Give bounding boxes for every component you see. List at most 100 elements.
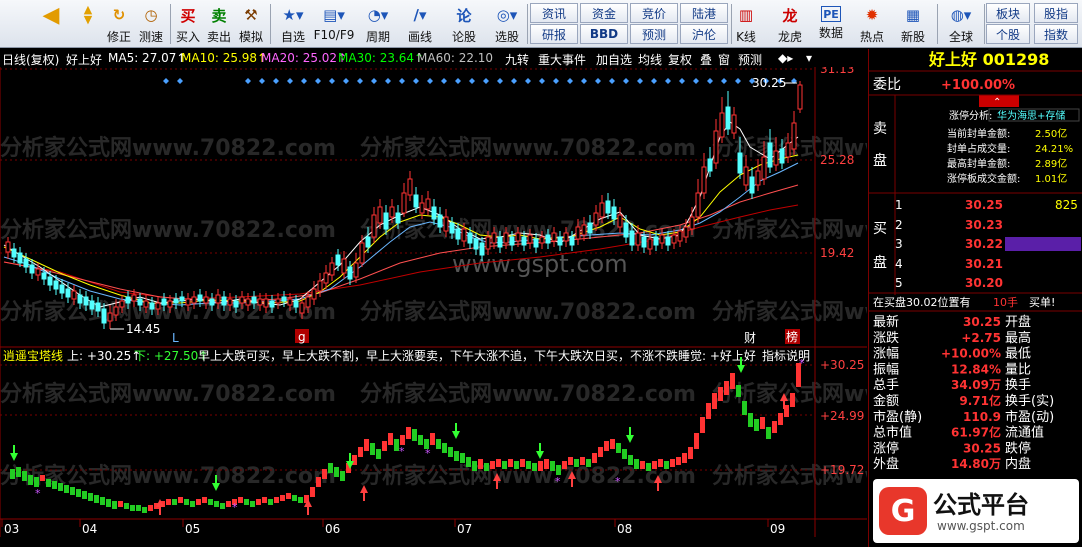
marker-rank[interactable]: 榜 [786,329,798,344]
globe-icon: ◍▾ [950,6,972,24]
dragon-tiger-button[interactable]: 龙 龙虎 [774,2,806,46]
tool-window[interactable]: 窗 [718,51,730,67]
limit-up-tags[interactable]: 华为海思+存储 [997,109,1065,122]
indicator-name[interactable]: 逍遥宝塔线 [3,349,63,363]
stock-pick-button[interactable]: ◎▾ 选股 [489,2,525,46]
draw-line-label: 画线 [407,30,432,44]
index-button[interactable]: 指数 [1034,24,1078,44]
nav-down-icon[interactable]: ▾ [806,51,812,65]
tower-bar [634,459,639,469]
back-button[interactable]: ◀ [38,2,64,46]
kline-button[interactable]: ▥ K线 [728,2,764,46]
tower-bar [100,497,105,505]
bbd-button[interactable]: BBD [580,24,628,44]
tool-overlay[interactable]: 叠 [700,51,712,67]
tower-bar [28,475,33,485]
marker-finance[interactable]: 财 [744,331,756,345]
star-signal-icon: * [35,487,41,500]
research-button[interactable]: 研报 [530,24,578,44]
stat-value: 61.97亿 [951,425,1001,440]
candle-body [503,232,509,244]
forecast-button[interactable]: 预测 [630,24,678,44]
discuss-button[interactable]: 论 论股 [448,2,480,46]
tool-forecast[interactable]: 预测 [738,51,762,67]
tower-bar [748,413,753,427]
marker-g[interactable]: g [298,330,306,344]
tool-nine-turn[interactable]: 九转 [505,51,529,67]
connect-button[interactable]: 陆港 [680,3,728,23]
shanghai-london-button[interactable]: 沪伦 [680,24,728,44]
tower-bar [142,507,147,513]
tower-bar [628,455,633,465]
auction-button[interactable]: 竞价 [630,3,678,23]
data-button[interactable]: PE 数据 [815,2,847,46]
sell-button[interactable]: 卖 卖出 [205,2,233,46]
kline-chart[interactable]: 分析家公式网www.70822.com 分析家公式网www.70822.com … [0,67,867,547]
candle-body [245,298,251,306]
chart-mode[interactable]: 日线(复权) [2,51,59,67]
buy-price[interactable]: 30.23 [965,218,1003,232]
tower-bar [466,457,471,467]
stat-value: 14.80万 [951,457,1001,471]
tower-bar [166,499,171,505]
tower-bar [358,447,363,457]
limit-row-value: 24.21% [1035,144,1073,155]
stat-label: 市盈(动) [1005,409,1054,425]
favorites-label: 自选 [280,30,305,44]
f10-button[interactable]: ▤▾ F10/F9 [314,2,355,46]
candle-body [287,298,293,306]
tower-bar [760,417,765,429]
simulate-button[interactable]: ⚒ 模拟 [237,2,265,46]
global-button[interactable]: ◍▾ 全球 [941,2,981,46]
new-stock-button[interactable]: ▦ 新股 [897,2,929,46]
stat-label: 量比 [1005,362,1031,377]
date-label: 05 [185,522,200,536]
stat-label: 振幅 [873,362,899,377]
candle-body [377,206,383,224]
candle-body [5,241,11,253]
candle-body [305,296,311,308]
stats-table: 最新 30.25 开盘涨跌 +2.75 最高涨幅 +10.00% 最低振幅 12.84% 量比总… [873,314,1054,472]
tower-bar [172,499,177,505]
speed-test-button[interactable]: ◷ 测速 [137,2,165,46]
stat-label: 金额 [873,393,899,409]
period-button[interactable]: ◔▾ 周期 [360,2,396,46]
stock-index-button[interactable]: 股指 [1034,3,1078,23]
buy-price[interactable]: 30.21 [965,257,1003,271]
tower-bar [322,469,327,479]
tower-bar [562,461,567,469]
individual-stock-button[interactable]: 个股 [986,24,1030,44]
tower-bar [442,443,447,453]
tool-adjust[interactable]: 复权 [668,51,692,67]
tool-major-events[interactable]: 重大事件 [538,51,586,67]
tower-bar [130,505,135,511]
tool-add-favorite[interactable]: 加自选 [596,51,632,67]
tower-bar [490,461,495,469]
tower-bar [586,459,591,467]
buy-label-char: 买 [873,221,887,237]
marker-l[interactable]: L [172,331,179,345]
nav-right-icon[interactable]: ◆▸ [778,51,793,65]
tower-bar [238,497,243,503]
buy-button[interactable]: 买 买入 [174,2,202,46]
candle-body [53,280,59,290]
tower-bar [790,393,795,407]
scroll-button[interactable]: ▲ ▼ [76,2,100,46]
news-button[interactable]: 资讯 [530,3,578,23]
buy-price[interactable]: 30.25 [965,198,1003,212]
hotspot-button[interactable]: ✹ 热点 [856,2,888,46]
collapse-arrow-icon[interactable]: ⌃ [993,97,1001,108]
tool-ma[interactable]: 均线 [638,51,662,67]
candle-body [617,214,623,228]
funds-button[interactable]: 资金 [580,3,628,23]
buy-price[interactable]: 30.22 [965,237,1003,251]
stock-pick-icon: ◎▾ [496,6,518,24]
fix-button[interactable]: ↻ 修正 [105,2,133,46]
candle-body [677,230,683,242]
draw-line-button[interactable]: ∕▾ 画线 [402,2,438,46]
candle-body [593,212,599,226]
stat-label: 开盘 [1005,314,1031,330]
favorites-button[interactable]: ★▾ 自选 [276,2,310,46]
sector-button[interactable]: 板块 [986,3,1030,23]
buy-price[interactable]: 30.20 [965,276,1003,290]
